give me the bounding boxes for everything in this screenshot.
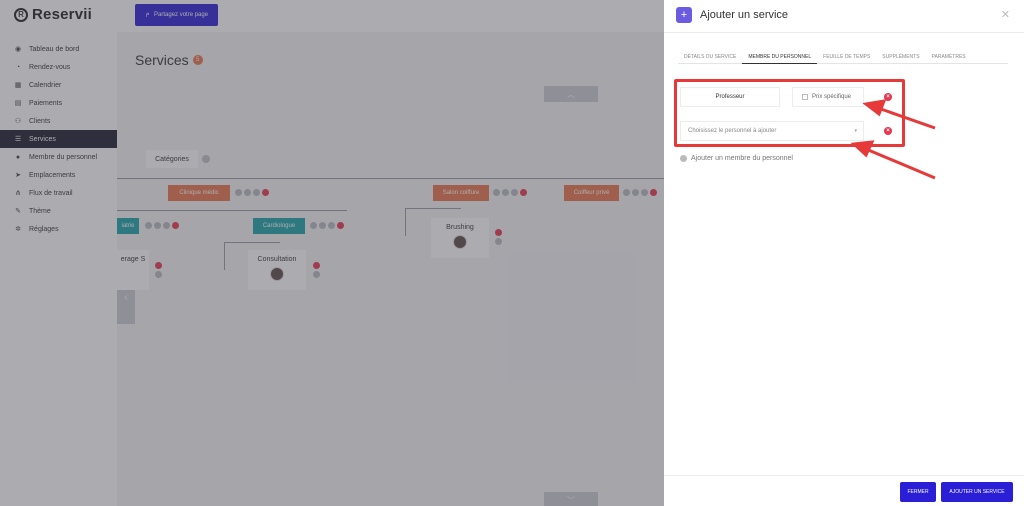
divider [664,32,1024,33]
plus-icon: + [676,7,692,23]
tab-staff-member[interactable]: MEMBRE DU PERSONNEL [742,50,818,64]
modal-footer-divider [664,475,1024,476]
modal-backdrop[interactable] [0,0,664,506]
add-staff-member-link[interactable]: Ajouter un membre du personnel [680,155,793,162]
close-icon[interactable]: ✕ [1001,8,1010,21]
close-button[interactable]: FERMER [900,482,936,502]
add-service-button[interactable]: AJOUTER UN SERVICE [941,482,1013,502]
modal-title: Ajouter un service [700,9,789,21]
annotation-highlight-box [674,79,905,147]
tab-service-details[interactable]: DÉTAILS DU SERVICE [678,50,742,64]
tab-extras[interactable]: SUPPLÉMENTS [876,50,925,64]
modal-tabs: DÉTAILS DU SERVICE MEMBRE DU PERSONNEL F… [678,50,1008,64]
tab-settings[interactable]: PARAMÈTRES [926,50,972,64]
add-staff-label: Ajouter un membre du personnel [691,155,793,162]
modal-header: + Ajouter un service ✕ [664,0,1024,32]
tab-timesheet[interactable]: FEUILLE DE TEMPS [817,50,876,64]
add-service-modal: + Ajouter un service ✕ DÉTAILS DU SERVIC… [664,0,1024,506]
add-circle-icon [680,155,687,162]
